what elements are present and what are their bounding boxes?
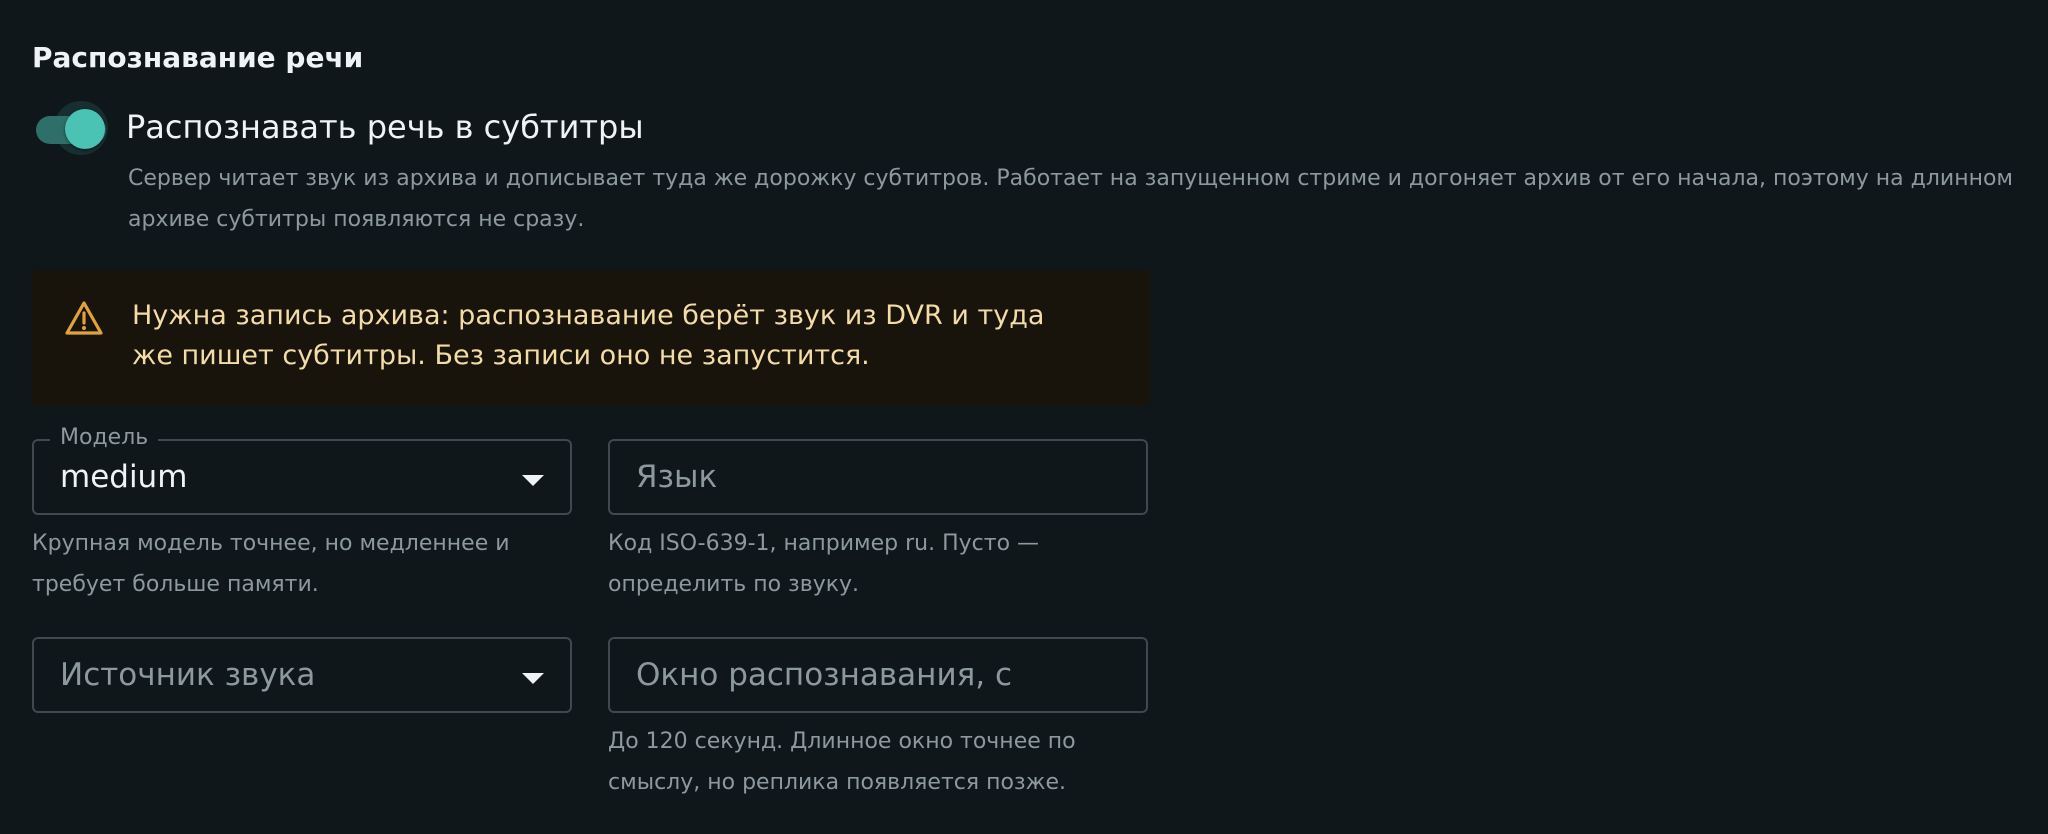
language-input-placeholder: Язык <box>636 459 718 495</box>
toggle-thumb <box>65 109 105 149</box>
toggle-label: Распознавать речь в субтитры <box>126 108 644 146</box>
chevron-down-icon <box>522 673 544 684</box>
audio-source-placeholder: Источник звука <box>60 657 316 693</box>
model-select[interactable]: Модель medium <box>32 424 572 515</box>
model-select-label: Модель <box>50 424 159 452</box>
warning-text: Нужна запись архива: распознавание берёт… <box>132 300 1045 371</box>
language-input[interactable]: Язык <box>608 439 1148 515</box>
warning-alert: Нужна запись архива: распознавание берёт… <box>32 270 1150 406</box>
speech-recognition-toggle[interactable] <box>32 101 112 155</box>
chevron-down-icon <box>522 475 544 486</box>
section-title: Распознавание речи <box>32 41 364 74</box>
audio-source-select[interactable]: Источник звука <box>32 637 572 713</box>
recognition-window-placeholder: Окно распознавания, с <box>636 657 1012 693</box>
warning-triangle-icon <box>65 301 103 335</box>
model-select-value: medium <box>60 459 188 495</box>
recognition-window-helper-text: До 120 секунд. Длинное окно точнее по см… <box>608 729 1076 795</box>
recognition-window-input[interactable]: Окно распознавания, с <box>608 637 1148 713</box>
model-helper-text: Крупная модель точнее, но медленнее и тр… <box>32 531 510 597</box>
toggle-help-text: Сервер читает звук из архива и дописывае… <box>128 166 2014 232</box>
language-helper-text: Код ISO-639-1, например ru. Пусто — опре… <box>608 531 1040 597</box>
